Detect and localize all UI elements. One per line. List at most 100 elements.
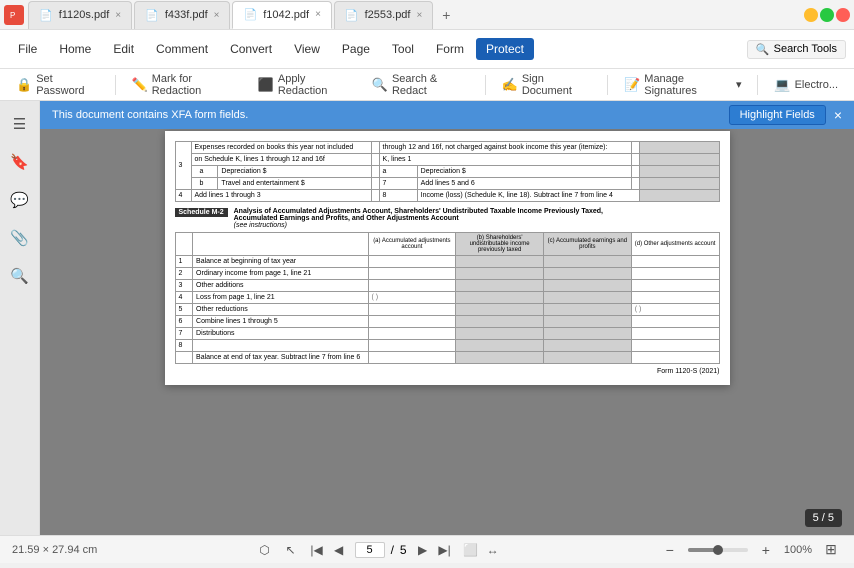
table-row: 4Loss from page 1, line 21 ( ) [175, 292, 719, 304]
row5-label: Other reductions [193, 304, 368, 316]
row1-label: Balance at beginning of tax year [193, 256, 368, 268]
pointer-icon[interactable]: ↖ [281, 540, 301, 560]
left-sidebar: ☰ 🔖 💬 📎 🔍 [0, 101, 40, 535]
nav-edit[interactable]: Edit [103, 38, 144, 60]
toolbar-separator-1 [115, 75, 116, 95]
schedule-m2-badge: Schedule M-2 [175, 208, 228, 217]
tab-f1120s[interactable]: 📄 f1120s.pdf × [28, 1, 132, 29]
zoom-controls: − + 100% ⊞ [660, 539, 842, 561]
tool-select-icon[interactable]: ⬡ [255, 540, 275, 560]
nav-view[interactable]: View [284, 38, 330, 60]
sidebar-attachments-icon[interactable]: 📎 [5, 223, 35, 253]
tab-f1042[interactable]: 📄 f1042.pdf × [232, 1, 331, 29]
title-bar: P 📄 f1120s.pdf × 📄 f433f.pdf × 📄 f1042.p… [0, 0, 854, 30]
protect-toolbar: 🔒 Set Password ✏️ Mark for Redaction ⬛ A… [0, 69, 854, 101]
fit-page-button[interactable]: ⬜ [461, 540, 481, 560]
add-tab-button[interactable]: + [435, 4, 457, 26]
nav-file[interactable]: File [8, 38, 47, 60]
page-next-arrows: ▶ ▶| [413, 540, 455, 560]
sidebar-search-icon[interactable]: 🔍 [5, 261, 35, 291]
tab-close-f1042[interactable]: × [315, 9, 321, 20]
fit-width-button[interactable]: ↔ [483, 540, 503, 560]
total-pages: 5 [400, 543, 407, 557]
row3-label: Other additions [193, 280, 368, 292]
dropdown-arrow-icon: ▾ [736, 78, 742, 91]
table-row: 5Other reductions ( ) [175, 304, 719, 316]
last-page-button[interactable]: ▶| [435, 540, 455, 560]
highlight-fields-button[interactable]: Highlight Fields [729, 105, 826, 125]
next-page-button[interactable]: ▶ [413, 540, 433, 560]
nav-comment[interactable]: Comment [146, 38, 218, 60]
sidebar-pages-icon[interactable]: ☰ [5, 109, 35, 139]
table-row: 1Balance at beginning of tax year [175, 256, 719, 268]
expand-button[interactable]: ⊞ [820, 539, 842, 561]
maximize-button[interactable] [820, 8, 834, 22]
status-bar: 21.59 × 27.94 cm ⬡ ↖ |◀ ◀ / 5 ▶ ▶| ⬜ ↔ −… [0, 535, 854, 563]
ribbon: File Home Edit Comment Convert View Page… [0, 30, 854, 69]
window-controls [804, 8, 850, 22]
pdf-content: 3 Expenses recorded on books this year n… [40, 101, 854, 535]
search-icon: 🔍 [756, 43, 770, 56]
nav-page[interactable]: Page [332, 38, 380, 60]
apply-redaction-button[interactable]: ⬛ Apply Redaction [250, 70, 360, 100]
table-row: 2Ordinary income from page 1, line 21 [175, 268, 719, 280]
zoom-in-button[interactable]: + [756, 540, 776, 560]
tab-close-f2553[interactable]: × [416, 10, 422, 21]
schedule-m2-table: (a) Accumulated adjustments account (b) … [175, 232, 720, 364]
current-page-input[interactable] [355, 542, 385, 558]
nav-convert[interactable]: Convert [220, 38, 282, 60]
document-dimensions: 21.59 × 27.94 cm [12, 544, 97, 556]
ribbon-search[interactable]: 🔍 Search Tools [747, 40, 846, 59]
svg-text:P: P [10, 11, 15, 20]
zoom-out-button[interactable]: − [660, 540, 680, 560]
upper-form-table: 3 Expenses recorded on books this year n… [175, 141, 720, 202]
nav-protect[interactable]: Protect [476, 38, 534, 60]
app-icon: P [4, 5, 24, 25]
close-button[interactable] [836, 8, 850, 22]
minimize-button[interactable] [804, 8, 818, 22]
lock-icon: 🔒 [16, 77, 32, 93]
form-footer: Form 1120-S (2021) [175, 368, 720, 375]
nav-form[interactable]: Form [426, 38, 474, 60]
schedule-instructions: (see instructions) [234, 222, 720, 229]
pdf-viewer: ◀ This document contains XFA form fields… [40, 101, 854, 535]
nav-tool[interactable]: Tool [382, 38, 424, 60]
schedule-title-line1: Analysis of Accumulated Adjustments Acco… [234, 208, 720, 215]
page-navigation: ⬡ ↖ |◀ ◀ / 5 ▶ ▶| ⬜ ↔ [255, 540, 503, 560]
toolbar-separator-4 [757, 75, 758, 95]
table-row: 7Distributions [175, 328, 719, 340]
tab-close-f1120s[interactable]: × [115, 10, 121, 21]
zoom-slider[interactable] [688, 548, 748, 552]
page-nav-arrows: |◀ ◀ [307, 540, 349, 560]
toolbar-separator-3 [607, 75, 608, 95]
view-buttons: ⬜ ↔ [461, 540, 503, 560]
sign-document-button[interactable]: ✍️ Sign Document [494, 70, 600, 100]
row6-label: Combine lines 1 through 5 [193, 316, 368, 328]
electronic-button[interactable]: 💻 Electro... [766, 74, 846, 96]
signature-icon: 📝 [624, 77, 640, 93]
table-row: Balance at end of tax year. Subtract lin… [175, 352, 719, 364]
manage-signatures-button[interactable]: 📝 Manage Signatures ▾ [616, 70, 749, 100]
mark-for-redaction-button[interactable]: ✏️ Mark for Redaction [124, 70, 246, 100]
notification-bar: This document contains XFA form fields. … [40, 101, 854, 129]
row7-label: Distributions [193, 328, 368, 340]
notification-text: This document contains XFA form fields. [52, 109, 248, 121]
search-redact-icon: 🔍 [372, 77, 388, 93]
prev-page-button[interactable]: ◀ [329, 540, 349, 560]
search-redact-button[interactable]: 🔍 Search & Redact [364, 70, 477, 100]
nav-home[interactable]: Home [49, 38, 101, 60]
tab-close-f433f[interactable]: × [214, 10, 220, 21]
mark-redaction-icon: ✏️ [132, 77, 148, 93]
sidebar-comments-icon[interactable]: 💬 [5, 185, 35, 215]
zoom-level: 100% [784, 544, 812, 556]
set-password-button[interactable]: 🔒 Set Password [8, 70, 107, 100]
notification-close-button[interactable]: × [834, 107, 842, 123]
table-row: 8 [175, 340, 719, 352]
toolbar-separator-2 [485, 75, 486, 95]
row4-label: Loss from page 1, line 21 [193, 292, 368, 304]
sidebar-bookmarks-icon[interactable]: 🔖 [5, 147, 35, 177]
first-page-button[interactable]: |◀ [307, 540, 327, 560]
tab-f433f[interactable]: 📄 f433f.pdf × [134, 1, 230, 29]
tab-f2553[interactable]: 📄 f2553.pdf × [334, 1, 433, 29]
page-badge: 5 / 5 [805, 509, 842, 527]
